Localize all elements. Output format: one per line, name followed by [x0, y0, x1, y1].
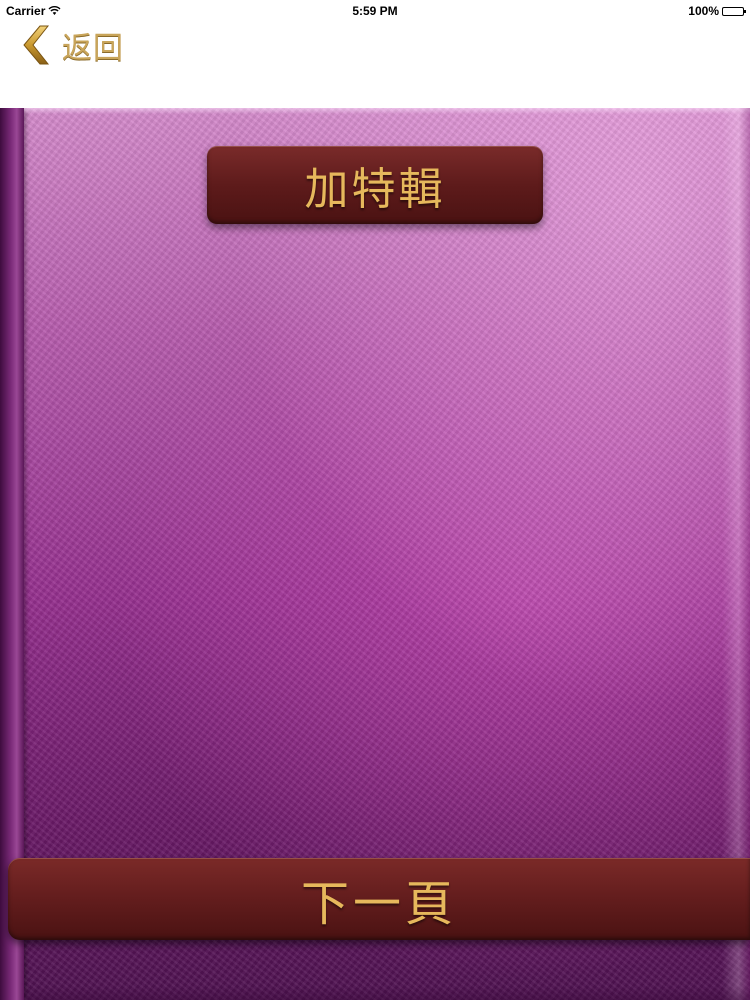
cover-shadow-bottom: [24, 986, 750, 1000]
battery-icon: [722, 6, 746, 16]
next-page-button[interactable]: 下一頁: [8, 858, 750, 940]
cover-highlight-top: [24, 108, 750, 114]
battery-percent: 100%: [688, 4, 719, 18]
battery-group: 100%: [688, 4, 746, 18]
status-time: 5:59 PM: [352, 4, 398, 18]
next-page-label: 下一頁: [300, 876, 457, 932]
back-button[interactable]: 返回: [14, 22, 124, 68]
back-label: 返回: [62, 31, 124, 66]
chevron-left-icon: [23, 25, 50, 65]
book-title: 加特輯: [304, 164, 446, 215]
title-plate: 加特輯: [207, 146, 543, 224]
status-bar: Carrier 5:59 PM 100%: [0, 0, 750, 22]
navigation-bar: 返回: [0, 22, 750, 108]
book-cover: 加特輯 下一頁: [0, 108, 750, 1000]
